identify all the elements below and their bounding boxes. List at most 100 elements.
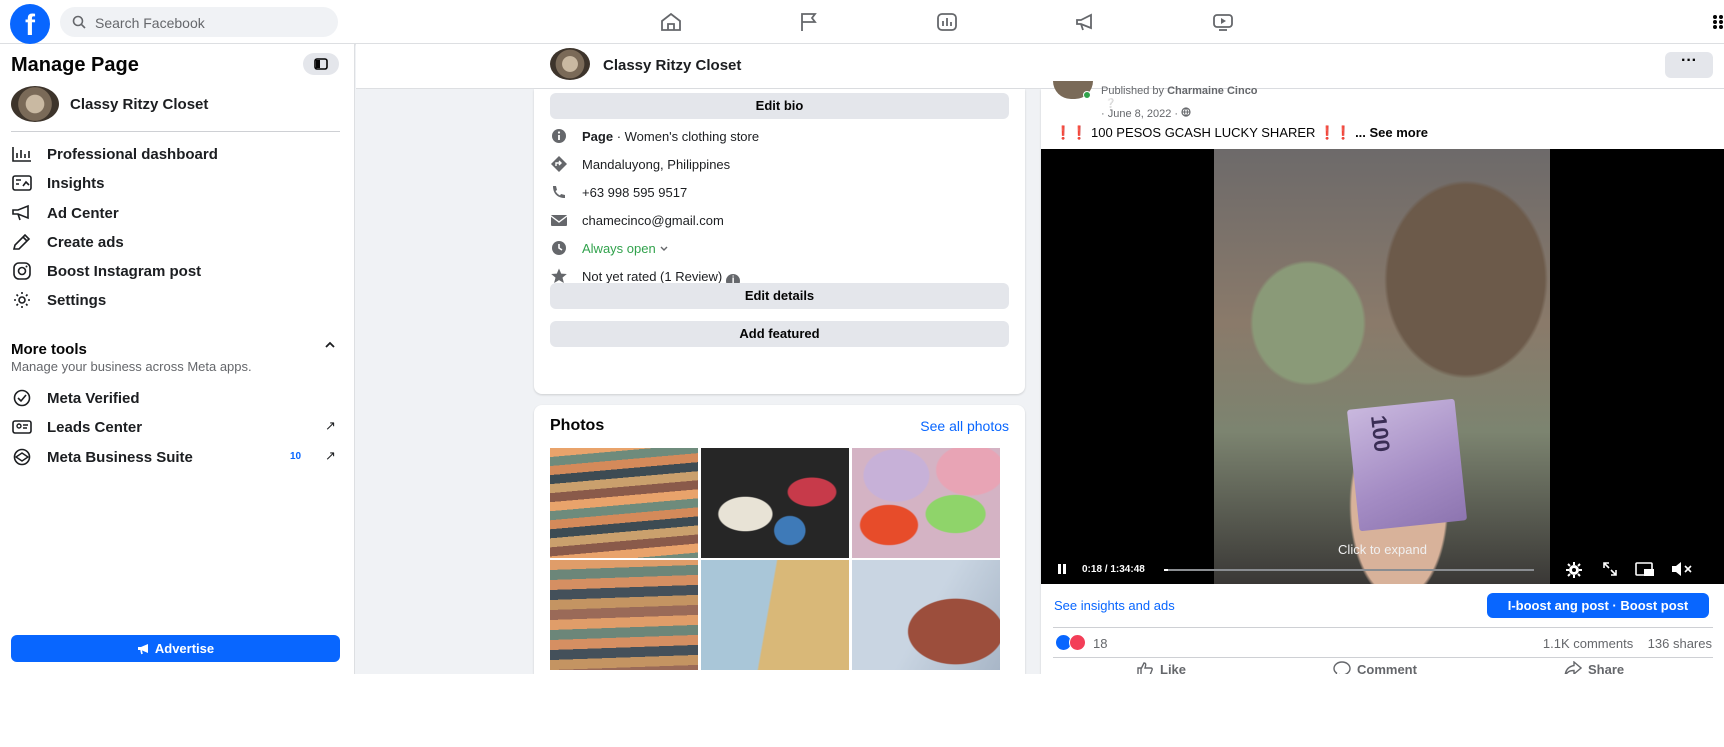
clock-icon	[552, 241, 566, 255]
hours-text: Always open	[582, 241, 669, 256]
banknote-value: 100	[1366, 414, 1395, 454]
online-status-dot	[1083, 91, 1091, 99]
star-icon	[551, 268, 567, 283]
post-caption-text: 100 PESOS GCASH LUCKY SHARER	[1087, 125, 1320, 140]
phone-text[interactable]: +63 998 595 9517	[582, 185, 687, 200]
banknote-image: 100	[1346, 398, 1468, 532]
add-featured-button[interactable]: Add featured	[550, 321, 1009, 347]
thumbs-up-icon	[1137, 662, 1153, 674]
email-text[interactable]: chamecinco@gmail.com	[582, 213, 724, 228]
info-icon	[552, 129, 566, 143]
megaphone-icon	[137, 644, 148, 655]
sidebar-title: Manage Page	[11, 54, 139, 76]
hours-value: Always open	[582, 241, 656, 256]
mute-icon[interactable]	[1671, 561, 1693, 577]
advertise-button[interactable]: Advertise	[11, 635, 340, 662]
comment-label: Comment	[1357, 662, 1417, 674]
gear-icon[interactable]	[1565, 561, 1583, 579]
published-by: Published by Charmaine Cinco	[1101, 85, 1258, 97]
external-link-icon: ↗	[325, 448, 336, 463]
dashboard-icon[interactable]	[936, 12, 958, 32]
photo-thumbnail[interactable]	[550, 448, 698, 558]
notification-badge: 10	[290, 451, 302, 462]
page-avatar[interactable]	[550, 48, 590, 80]
boost-post-button[interactable]: I-boost ang post · Boost post	[1487, 593, 1709, 618]
edit-bio-button[interactable]: Edit bio	[550, 93, 1009, 119]
globe-icon	[1181, 107, 1191, 117]
sidebar-item-meta-business-suite[interactable]: Meta Business Suite 10 ↗	[0, 442, 355, 472]
video-progress-bar[interactable]	[1164, 569, 1534, 571]
video-icon[interactable]	[1212, 12, 1234, 32]
see-all-photos-link[interactable]: See all photos	[920, 418, 1009, 434]
more-options-button[interactable]: ···	[1665, 52, 1713, 78]
photo-thumbnail[interactable]	[701, 448, 849, 558]
sidebar-page-switcher[interactable]: Classy Ritzy Closet	[11, 86, 341, 124]
video-player[interactable]: 100 Click to expand 0:18 / 1:34:48	[1041, 149, 1724, 584]
flag-icon[interactable]	[798, 12, 820, 32]
comment-button[interactable]: Comment	[1333, 661, 1417, 674]
sidebar-item-label: Professional dashboard	[47, 146, 218, 163]
insights-icon	[12, 175, 32, 191]
phone-icon	[553, 186, 565, 198]
divider	[11, 131, 340, 132]
sidebar-item-label: Settings	[47, 292, 107, 309]
sidebar-item-settings[interactable]: Settings	[0, 285, 355, 315]
panel-icon	[314, 58, 328, 70]
info-phone: +63 998 595 9517	[550, 181, 1010, 203]
author-name[interactable]: Charmaine Cinco	[1167, 85, 1257, 97]
menu-grid-icon[interactable]	[1712, 14, 1724, 30]
see-insights-link[interactable]: See insights and ads	[1054, 598, 1175, 613]
home-icon[interactable]	[660, 12, 682, 32]
share-button[interactable]: Share	[1564, 660, 1624, 674]
info-category: Page · Women's clothing store	[550, 125, 1010, 147]
business-suite-icon	[13, 448, 31, 466]
photo-thumbnail[interactable]	[701, 560, 849, 670]
sidebar-collapse-button[interactable]	[303, 53, 339, 75]
post-date[interactable]: · June 8, 2022 ·	[1101, 107, 1191, 120]
more-tools-heading: More tools	[11, 341, 87, 358]
fullscreen-icon[interactable]	[1602, 561, 1618, 577]
comment-count[interactable]: 1.1K comments	[1543, 636, 1633, 651]
page-header-bar: Classy Ritzy Closet ···	[356, 44, 1724, 89]
comment-icon	[1333, 661, 1351, 674]
photo-thumbnail[interactable]	[550, 560, 698, 670]
facebook-logo[interactable]: f	[10, 4, 50, 44]
more-tools-subtitle: Manage your business across Meta apps.	[11, 359, 252, 374]
edit-details-button[interactable]: Edit details	[550, 283, 1009, 309]
page-avatar	[11, 86, 59, 122]
photos-heading: Photos	[550, 417, 605, 434]
post-card: Published by Charmaine Cinco ❔ · June 8,…	[1041, 81, 1724, 674]
picture-in-picture-icon[interactable]	[1635, 561, 1655, 577]
sidebar-item-insights[interactable]: Insights	[0, 168, 355, 198]
sidebar-item-ad-center[interactable]: Ad Center	[0, 198, 355, 228]
share-icon	[1564, 660, 1583, 674]
see-more-link[interactable]: ... See more	[1355, 125, 1428, 140]
megaphone-icon[interactable]	[1074, 12, 1096, 32]
sidebar-item-boost-instagram-post[interactable]: Boost Instagram post	[0, 256, 355, 286]
info-hours[interactable]: Always open	[550, 237, 1010, 259]
divider	[1053, 657, 1713, 658]
share-count[interactable]: 136 shares	[1648, 636, 1712, 651]
manage-page-sidebar: Manage Page Classy Ritzy Closet Professi…	[0, 44, 355, 674]
sidebar-item-professional-dashboard[interactable]: Professional dashboard	[0, 139, 355, 169]
category-prefix: Page	[582, 129, 614, 144]
video-controls: 0:18 / 1:34:48	[1041, 554, 1724, 584]
pause-icon[interactable]	[1056, 563, 1068, 575]
external-link-icon: ↗	[325, 418, 336, 433]
video-time: 0:18 / 1:34:48	[1082, 564, 1145, 575]
chevron-up-icon[interactable]	[324, 340, 336, 350]
photo-thumbnail[interactable]	[852, 560, 1000, 670]
post-stats: 1.1K comments 136 shares	[1543, 636, 1712, 651]
sidebar-item-meta-verified[interactable]: Meta Verified	[0, 383, 355, 413]
pencil-icon	[12, 233, 31, 250]
sidebar-item-label: Create ads	[47, 234, 124, 251]
photo-thumbnail[interactable]	[852, 448, 1000, 558]
verified-icon	[13, 389, 31, 407]
sidebar-item-leads-center[interactable]: Leads Center ↗	[0, 412, 355, 442]
search-facebook-input[interactable]: Search Facebook	[60, 7, 338, 37]
like-button[interactable]: Like	[1136, 661, 1186, 674]
sidebar-item-label: Insights	[47, 175, 105, 192]
sidebar-item-create-ads[interactable]: Create ads	[0, 227, 355, 257]
exclamation-icon: ❗❗	[1055, 125, 1088, 140]
sidebar-item-label: Boost Instagram post	[47, 263, 202, 280]
